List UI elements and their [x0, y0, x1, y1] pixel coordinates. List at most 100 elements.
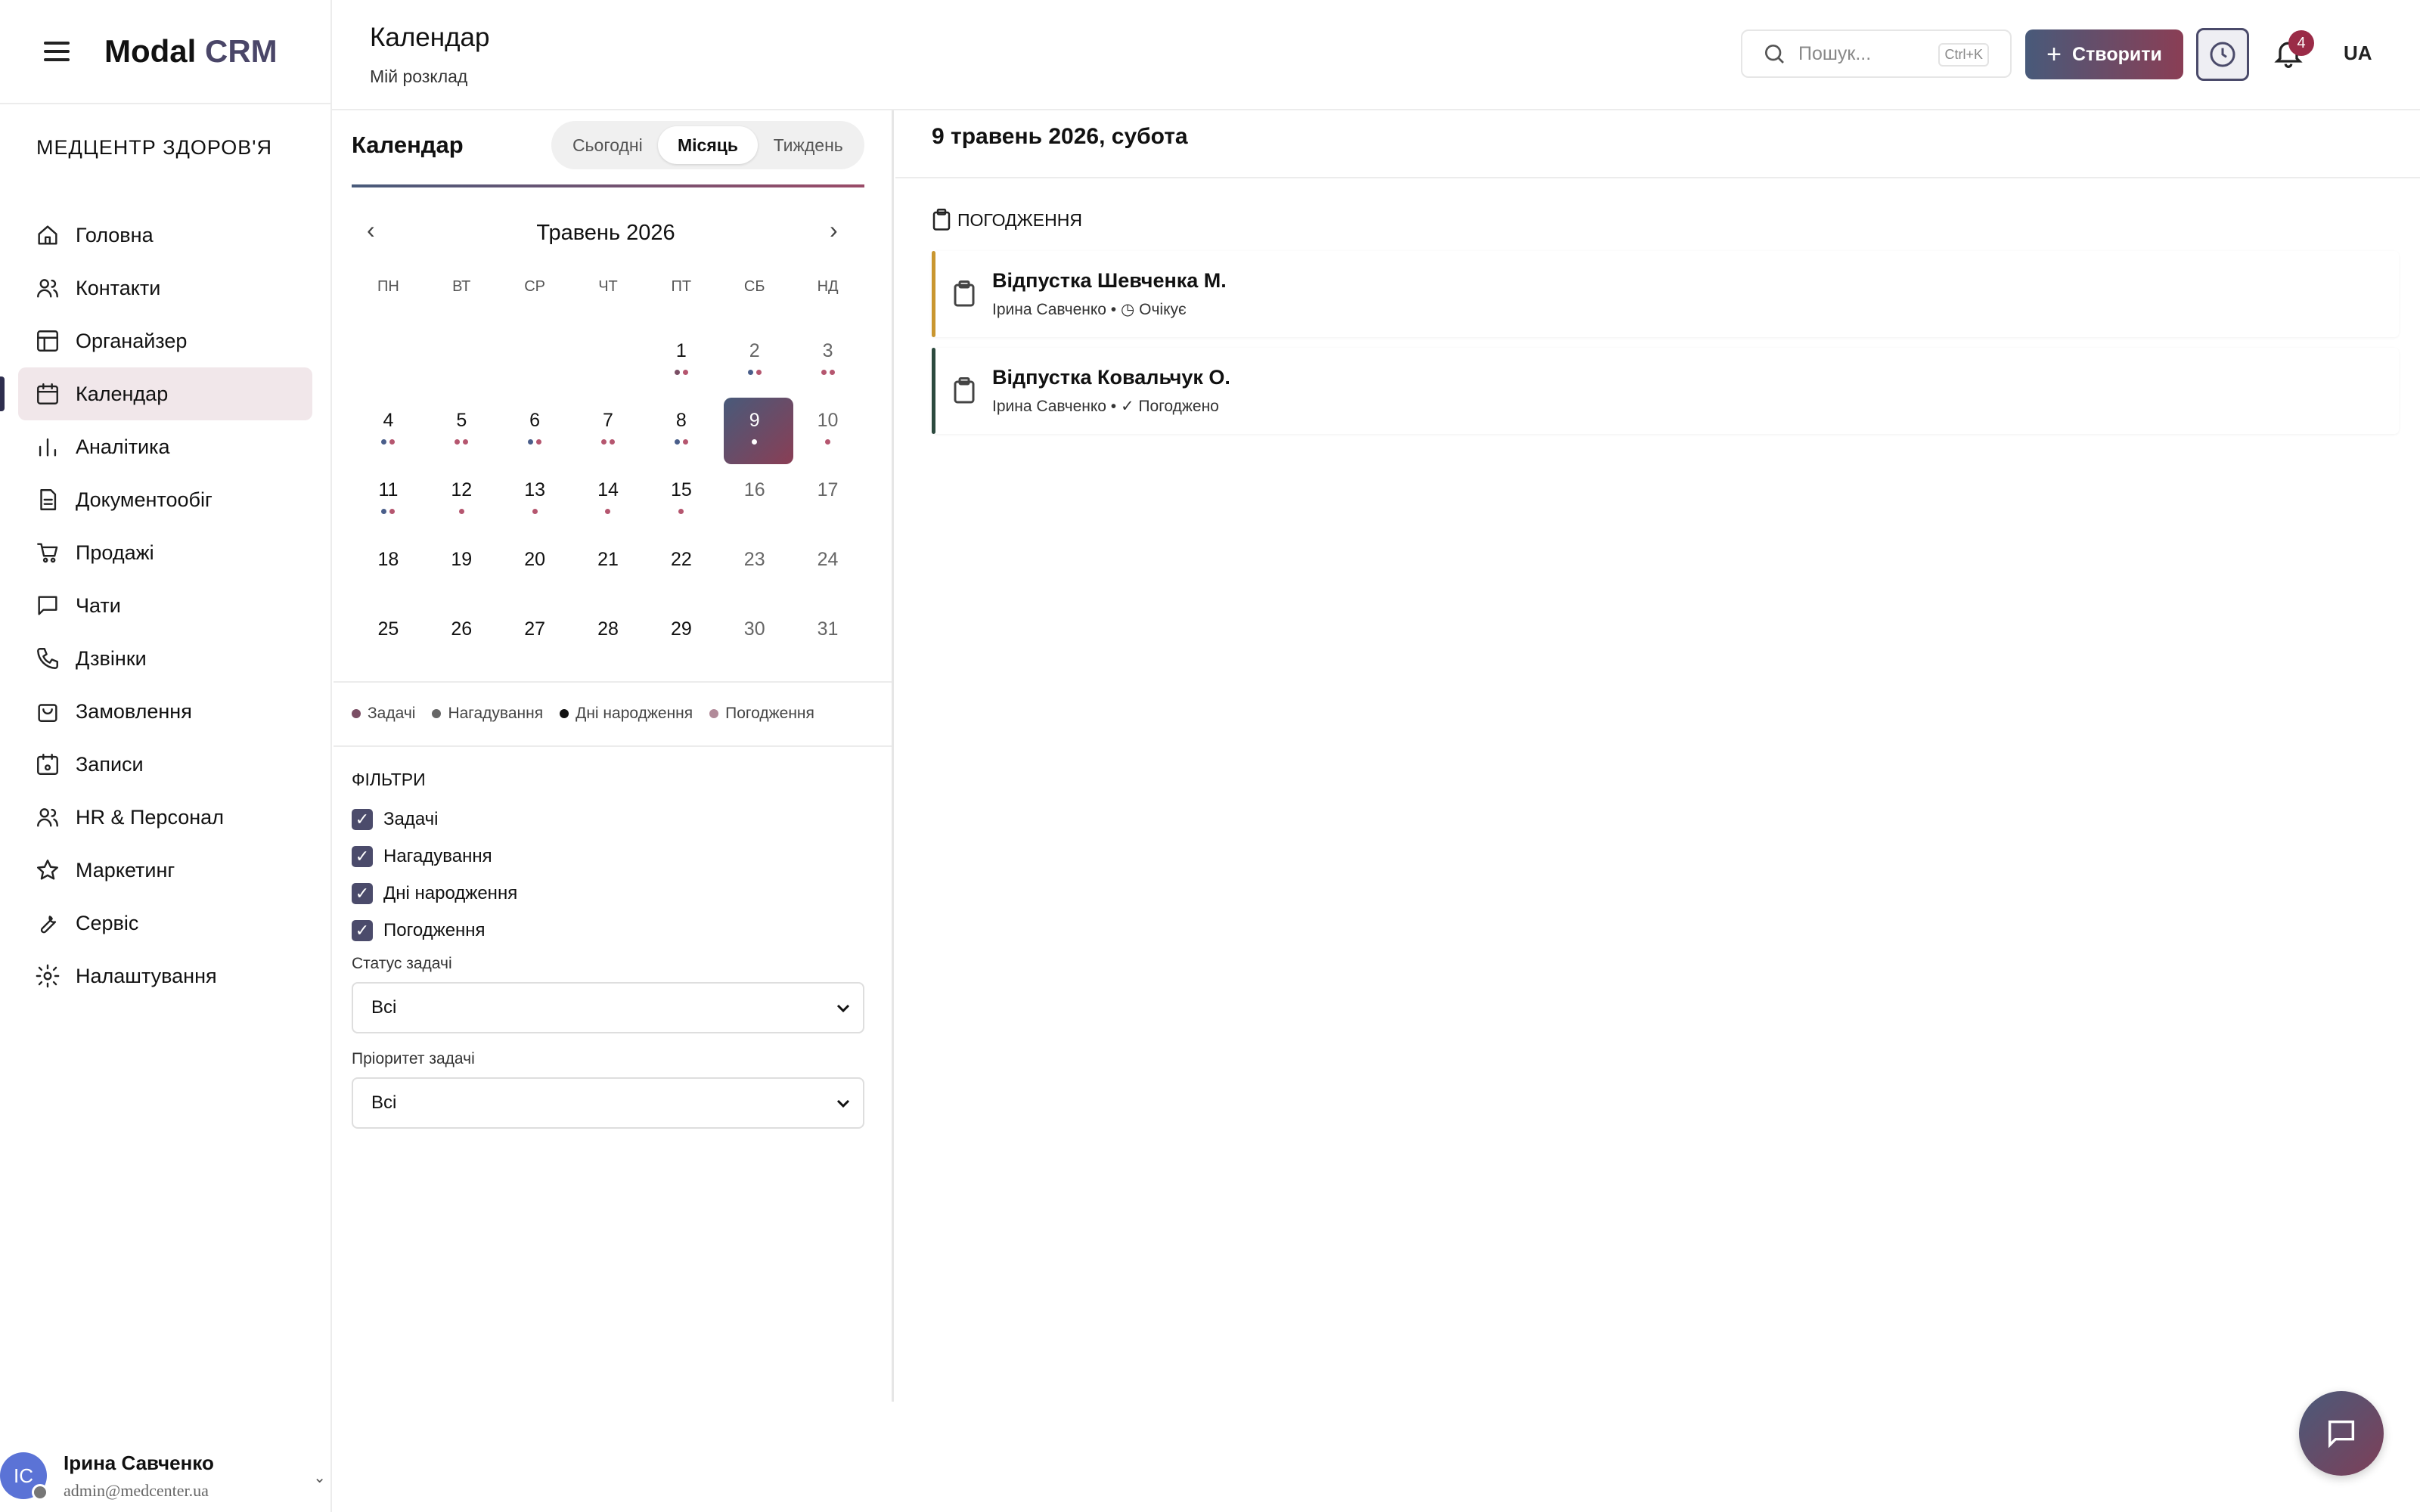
view-tab-0[interactable]: Сьогодні: [557, 126, 658, 164]
calendar-day[interactable]: 12: [425, 454, 498, 523]
notifications-button[interactable]: 4: [2272, 30, 2314, 71]
sidebar-item-9[interactable]: Замовлення: [18, 685, 312, 738]
event-dot: [605, 509, 611, 514]
weekday-label: НД: [817, 278, 839, 295]
calendar-day[interactable]: 10: [791, 384, 864, 454]
sidebar-item-5[interactable]: Документообіг: [18, 473, 312, 526]
clipboard-icon: [932, 209, 951, 231]
calendar-day[interactable]: 17: [791, 454, 864, 523]
calendar-day[interactable]: 1: [644, 314, 718, 384]
sidebar-item-6[interactable]: Продажі: [18, 526, 312, 579]
sidebar-item-1[interactable]: Контакти: [18, 262, 312, 314]
weekday-header: ПН ВТ СР ЧТ ПТ СБ НД: [352, 278, 864, 296]
weekday-label: ПТ: [671, 278, 692, 295]
event-dot: [389, 439, 396, 445]
day-number: 5: [456, 410, 467, 431]
calendar-day[interactable]: 9: [718, 384, 794, 464]
sidebar-item-8[interactable]: Дзвінки: [18, 632, 312, 685]
sidebar-item-2[interactable]: Органайзер: [18, 314, 312, 367]
chat-icon: [2328, 1420, 2355, 1448]
priority-select[interactable]: Всі: [352, 1077, 864, 1129]
sidebar-item-0[interactable]: Головна: [18, 209, 312, 262]
day-detail: 9 травень 2026, субота ПОГОДЖЕННЯ Відпус…: [895, 110, 2420, 1402]
status-label: Статус задачі: [352, 955, 452, 972]
calendar-day[interactable]: 29: [644, 593, 718, 662]
status-select[interactable]: Всі: [352, 982, 864, 1033]
calendar-day[interactable]: 4: [352, 384, 425, 454]
checkbox-label: Нагадування: [383, 845, 492, 866]
user-profile[interactable]: ІС Ірина Савченко admin@medcenter.ua ⌄: [0, 1439, 332, 1512]
day-number: 6: [529, 410, 541, 431]
calendar-day[interactable]: 11: [352, 454, 425, 523]
checkmark-icon[interactable]: ✓: [352, 882, 373, 904]
filter-checkbox[interactable]: ✓ Дні народження: [352, 875, 864, 912]
chat-fab-button[interactable]: [2299, 1391, 2384, 1476]
search-input[interactable]: Пошук... Ctrl+K: [1741, 29, 2012, 78]
legend-item: Нагадування: [432, 705, 543, 723]
calendar-day[interactable]: 14: [572, 454, 645, 523]
view-tab-1[interactable]: Місяць: [657, 126, 759, 164]
calendar-day[interactable]: 13: [498, 454, 572, 523]
sidebar-item-11[interactable]: HR & Персонал: [18, 791, 312, 844]
approval-item[interactable]: Відпустка Ковальчук О. Ірина Савченко • ✓…: [932, 348, 2399, 434]
sidebar-item-label: Записи: [76, 752, 144, 776]
cart-icon: [37, 543, 58, 563]
calendar-day[interactable]: 16: [718, 454, 791, 523]
sidebar-item-label: Маркетинг: [76, 858, 175, 881]
calendar-day[interactable]: 24: [791, 523, 864, 593]
sidebar-item-3[interactable]: Календар: [0, 367, 312, 420]
sidebar-item-10[interactable]: Записи: [18, 738, 312, 791]
weekday-label: СБ: [743, 278, 765, 295]
event-dots: [752, 439, 758, 445]
filter-checkbox[interactable]: ✓ Погодження: [352, 912, 864, 949]
calendar-day[interactable]: 21: [572, 523, 645, 593]
empty-day: [352, 314, 425, 384]
calendar-day[interactable]: 2: [718, 314, 791, 384]
view-tab-2[interactable]: Тиждень: [758, 126, 858, 164]
sidebar-item-14[interactable]: Налаштування: [18, 950, 312, 1002]
calendar-day[interactable]: 30: [718, 593, 791, 662]
calendar-day[interactable]: 3: [791, 314, 864, 384]
history-button[interactable]: [2196, 28, 2249, 81]
users-icon: [37, 279, 58, 298]
sidebar-item-13[interactable]: Сервіс: [18, 897, 312, 950]
calendar-day[interactable]: 18: [352, 523, 425, 593]
filter-checkbox[interactable]: ✓ Нагадування: [352, 838, 864, 875]
calendar-day[interactable]: 23: [718, 523, 791, 593]
calendar-day[interactable]: 6: [498, 384, 572, 454]
sidebar-item-12[interactable]: Маркетинг: [18, 844, 312, 897]
legend-item: Дні народження: [560, 705, 693, 723]
chevron-right-icon[interactable]: ›: [830, 216, 838, 244]
calendar-day[interactable]: 31: [791, 593, 864, 662]
event-dot: [747, 370, 753, 375]
empty-day: [498, 314, 572, 384]
calendar-day[interactable]: 27: [498, 593, 572, 662]
calendar-day[interactable]: 20: [498, 523, 572, 593]
filter-checkbox[interactable]: ✓ Задачі: [352, 801, 864, 838]
calendar-day[interactable]: 5: [425, 384, 498, 454]
calendar-day[interactable]: 25: [352, 593, 425, 662]
event-dots: [600, 439, 615, 445]
menu-icon[interactable]: [44, 42, 70, 61]
calendar-day[interactable]: 7: [572, 384, 645, 454]
event-dots: [821, 370, 835, 376]
create-button[interactable]: + Створити: [2025, 29, 2183, 79]
checkmark-icon[interactable]: ✓: [352, 808, 373, 830]
chevron-down-icon[interactable]: ⌄: [313, 1468, 326, 1487]
calendar-day[interactable]: 19: [425, 523, 498, 593]
calendar-day[interactable]: 22: [644, 523, 718, 593]
approval-item[interactable]: Відпустка Шевченка М. Ірина Савченко • ◷ …: [932, 251, 2399, 337]
calendar-day[interactable]: 8: [644, 384, 718, 454]
checkmark-icon[interactable]: ✓: [352, 919, 373, 941]
event-dots: [381, 439, 396, 445]
day-number: 11: [378, 479, 399, 500]
empty-day: [425, 314, 498, 384]
sidebar-item-4[interactable]: Аналітика: [18, 420, 312, 473]
checkmark-icon[interactable]: ✓: [352, 845, 373, 867]
calendar-day[interactable]: 26: [425, 593, 498, 662]
calendar-day[interactable]: 28: [572, 593, 645, 662]
language-switch[interactable]: UA: [2344, 42, 2372, 65]
calendar-day[interactable]: 15: [644, 454, 718, 523]
sidebar-item-7[interactable]: Чати: [18, 579, 312, 632]
brand-logo[interactable]: Modal CRM: [104, 33, 278, 70]
